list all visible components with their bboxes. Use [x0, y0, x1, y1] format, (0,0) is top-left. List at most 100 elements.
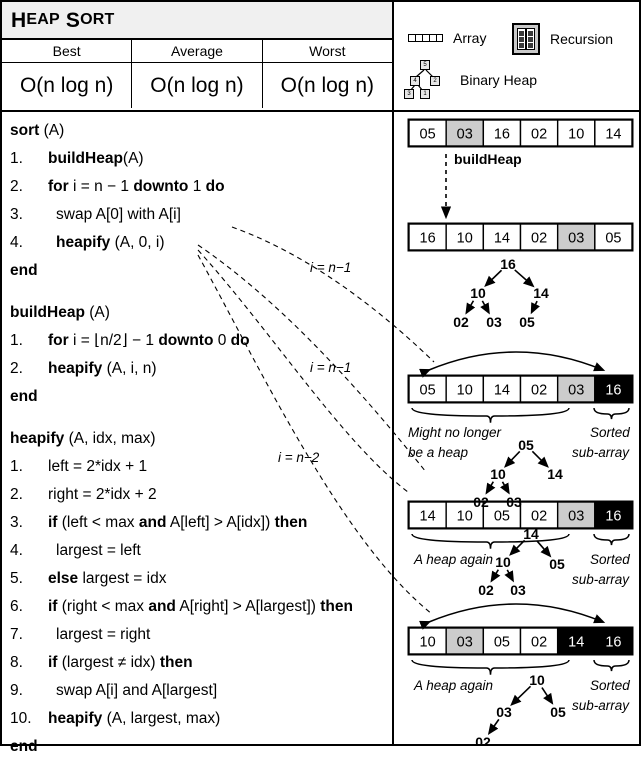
pseudocode-line-number: 8. [10, 654, 23, 671]
array-cell: 10 [445, 375, 485, 403]
pseudocode-line-number: 4. [10, 542, 23, 559]
tree-node: 14 [547, 466, 563, 482]
diagram-panel: 05 03 16 02 10 14 16 10 14 02 03 05 05 10 14 02 03 16 14 10… [394, 112, 641, 746]
legend-panel: Array Recursion 5 4 2 3 1 Binary Heap [394, 2, 641, 112]
recursion-icon [512, 23, 540, 55]
pseudocode-line-number: 2. [10, 178, 23, 195]
brace-sorted-3 [593, 659, 630, 672]
label-sorted-2: Sorted [590, 552, 630, 567]
pseudocode-line: 7. largest = right [10, 625, 392, 653]
pseudocode-line: 2. for i = n − 1 downto 1 do [10, 177, 392, 205]
array-cell: 16 [594, 375, 633, 403]
pseudocode-line: 9. swap A[i] and A[largest] [10, 681, 392, 709]
array-cell: 05 [408, 119, 447, 147]
tree-node: 02 [473, 494, 489, 510]
pseudocode-block-gap [10, 289, 392, 303]
pseudocode-line-text: left = 2*idx + 1 [48, 458, 148, 475]
array-cell-value: 14 [605, 127, 621, 143]
array-cell: 14 [594, 119, 633, 147]
array-cell-value: 10 [457, 383, 473, 399]
array-cell: 03 [556, 375, 596, 403]
array-cell-value: 14 [494, 231, 510, 247]
array-cell-value: 14 [568, 635, 584, 651]
array-cell: 14 [482, 375, 522, 403]
array-cell: 10 [445, 223, 485, 251]
label-sorted-sub-array-1: sub-array [572, 445, 630, 460]
array-cell-value: 10 [457, 231, 473, 247]
pseudocode-line-number: 3. [10, 514, 23, 531]
array-cell-value: 05 [605, 231, 621, 247]
tree-node: 05 [550, 704, 566, 720]
heap-icon-node-4: 1 [420, 89, 430, 99]
array-cell: 16 [482, 119, 522, 147]
legend-label-recursion: Recursion [550, 31, 614, 47]
complexity-header-row: Best Average Worst [2, 40, 392, 63]
array-cell-value: 16 [605, 383, 621, 399]
initial-array: 05 03 16 02 10 14 [407, 118, 634, 148]
label-might-no-longer-be-a-heap: Might no longer [408, 425, 502, 440]
complexity-col-worst: Worst [262, 40, 392, 63]
pseudocode-line: 8. if (largest ≠ idx) then [10, 653, 392, 681]
array-after-swap-3: 10 03 05 02 14 16 [407, 626, 634, 656]
tree-node: 05 [518, 437, 534, 453]
array-cell: 03 [445, 119, 485, 147]
pseudocode-line-number: 5. [10, 570, 23, 587]
complexity-value-average: O(n log n) [132, 63, 263, 108]
algorithm-summary-panel: H EAP S ORT Best Average Worst O(n log n) O… [2, 2, 394, 112]
pseudocode-line-number: 6. [10, 598, 23, 615]
array-cell-value: 05 [420, 127, 436, 143]
legend-label-binary-heap: Binary Heap [460, 72, 538, 88]
tree-node: 02 [478, 582, 494, 598]
pseudocode-line: 1. left = 2*idx + 1 [10, 457, 392, 485]
array-cell: 14 [482, 223, 522, 251]
brace-unsorted-3 [411, 659, 570, 675]
array-cell: 03 [556, 501, 596, 529]
pseudocode-panel: sort (A) 1. buildHeap(A) 2. for i = n − 1 do… [2, 112, 394, 755]
array-cell: 02 [519, 223, 559, 251]
array-cell-value: 02 [531, 127, 547, 143]
array-cell-value: 05 [494, 509, 510, 525]
array-cell-value: 03 [568, 509, 584, 525]
pseudocode-line-number: 2. [10, 360, 23, 377]
legend-label-array: Array [453, 30, 487, 46]
tree-node: 10 [529, 672, 545, 688]
array-cell: 16 [594, 501, 633, 529]
array-cell: 02 [519, 119, 559, 147]
pseudocode-line-number: 10. [10, 710, 32, 727]
legend-item-array: Array [408, 30, 486, 46]
pseudocode-line: 4. heapify (A, 0, i) [10, 233, 392, 261]
brace-sorted-2 [593, 533, 630, 546]
iteration-annotation: i = n−2 [278, 450, 320, 465]
tree-node: 10 [490, 466, 506, 482]
array-cell-value: 02 [531, 231, 547, 247]
brace-sorted-1 [593, 407, 630, 420]
array-cell: 05 [408, 375, 447, 403]
array-cell: 14 [556, 627, 596, 655]
array-cell: 16 [594, 627, 633, 655]
complexity-value-row: O(n log n) O(n log n) O(n log n) [2, 63, 392, 108]
heap-icon-node-0: 5 [420, 60, 430, 70]
page-title-initial-s: S [65, 8, 81, 32]
tree-node: 03 [510, 582, 526, 598]
pseudocode-line: 1. buildHeap(A) [10, 149, 392, 177]
legend-item-binary-heap: 5 4 2 3 1 Binary Heap [404, 60, 537, 100]
pseudocode-line: 4. largest = left [10, 541, 392, 569]
array-cell-value: 02 [531, 509, 547, 525]
pseudocode-line-text: heapify (A, largest, max) [48, 710, 221, 727]
array-after-swap-1: 05 10 14 02 03 16 [407, 374, 634, 404]
page-title-heap-rest: EAP [26, 11, 60, 28]
array-cell-value: 03 [568, 383, 584, 399]
array-cell-value: 16 [605, 509, 621, 525]
array-cell-value: 05 [494, 635, 510, 651]
array-cell-value: 03 [457, 635, 473, 651]
array-cell: 10 [408, 627, 447, 655]
label-sorted-sub-array-2: sub-array [572, 572, 630, 587]
tree-node: 02 [475, 734, 491, 746]
tree-node: 14 [523, 526, 539, 542]
array-cell: 02 [519, 375, 559, 403]
pseudocode-line-number: 4. [10, 234, 23, 251]
pseudocode-line-text: heapify (A, 0, i) [56, 234, 165, 251]
heapified-array: 16 10 14 02 03 05 [407, 222, 634, 252]
pseudocode-line-text: largest = left [56, 542, 141, 559]
pseudocode-line-text: if (right < max and A[right] > A[largest… [48, 598, 353, 615]
